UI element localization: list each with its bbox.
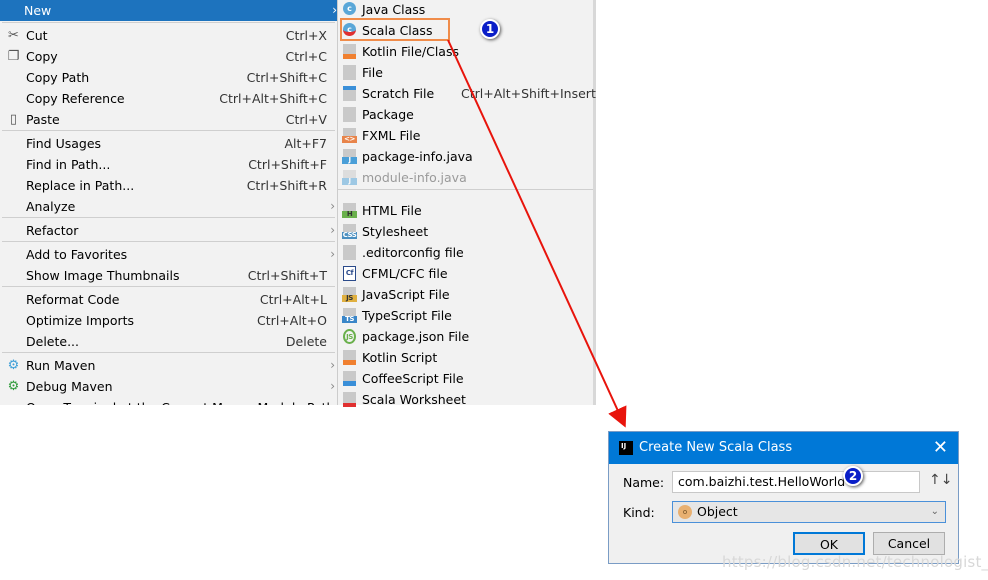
create-scala-class-dialog: IJ Create New Scala Class ✕ Name: com.ba… (608, 431, 959, 564)
name-input[interactable]: com.baizhi.test.HelloWorld (672, 471, 920, 493)
name-label: Name: (623, 475, 665, 490)
dialog-titlebar: IJ Create New Scala Class ✕ (609, 432, 958, 464)
kind-value: Object (697, 504, 738, 519)
object-icon: o (678, 505, 692, 519)
sort-icon[interactable]: ↑↓ (929, 472, 952, 488)
watermark: https://blog.csdn.net/technologist_28 (722, 553, 988, 571)
dialog-title: Create New Scala Class (639, 440, 793, 455)
ok-button[interactable]: OK (793, 532, 865, 555)
step-badge-2: 2 (843, 466, 863, 486)
intellij-logo-icon: IJ (619, 441, 633, 455)
chevron-down-icon: ⌄ (930, 506, 939, 517)
kind-select[interactable]: o Object ⌄ (672, 501, 946, 523)
close-icon[interactable]: ✕ (933, 432, 948, 464)
cancel-button[interactable]: Cancel (873, 532, 945, 555)
arrow-to-dialog (447, 39, 627, 428)
kind-label: Kind: (623, 505, 655, 520)
